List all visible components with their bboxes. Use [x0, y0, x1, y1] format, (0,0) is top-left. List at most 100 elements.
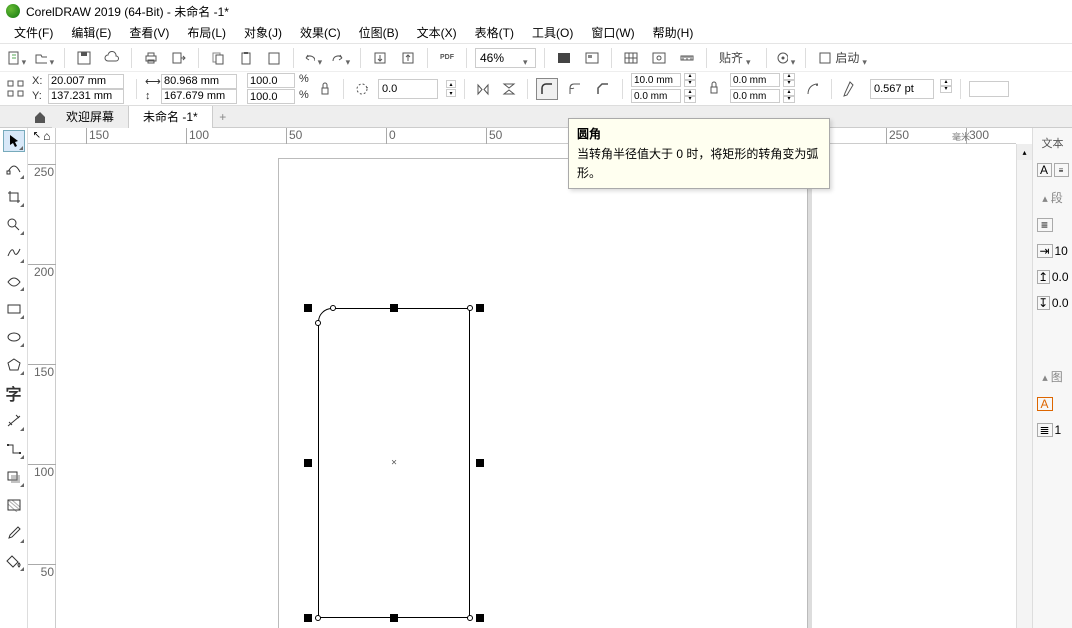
menu-window[interactable]: 窗口(W) — [583, 22, 642, 43]
tab-welcome[interactable]: 欢迎屏幕 — [52, 106, 129, 128]
y-input[interactable] — [48, 89, 124, 104]
transparency-tool[interactable] — [3, 494, 25, 516]
rot-down[interactable]: ▾ — [446, 89, 456, 97]
shape-tool[interactable] — [3, 158, 25, 180]
handle-tr[interactable] — [476, 304, 484, 312]
round-corner-button[interactable] — [536, 78, 558, 100]
spin-down[interactable]: ▾ — [684, 96, 696, 103]
add-tab-button[interactable]: + — [213, 110, 233, 124]
corner-handle-tr[interactable] — [467, 305, 473, 311]
drop-shadow-tool[interactable] — [3, 466, 25, 488]
home-tab[interactable] — [28, 106, 52, 128]
fill-tool[interactable] — [3, 550, 25, 572]
zoom-tool[interactable] — [3, 214, 25, 236]
scallop-corner-button[interactable] — [564, 78, 586, 100]
center-marker[interactable]: × — [391, 458, 397, 469]
spin-down[interactable]: ▾ — [940, 86, 952, 93]
selected-rectangle[interactable]: × — [318, 308, 470, 618]
handle-bm[interactable] — [390, 614, 398, 622]
vertical-scrollbar[interactable]: ▴ — [1016, 144, 1032, 628]
spacing-before[interactable]: ↥0.0 — [1037, 267, 1069, 287]
menu-tools[interactable]: 工具(O) — [524, 22, 581, 43]
mirror-v-button[interactable] — [499, 79, 519, 99]
spin-up[interactable]: ▴ — [783, 89, 795, 96]
corner-handle-bl[interactable] — [315, 615, 321, 621]
preview-button[interactable] — [581, 47, 603, 69]
ruler-origin[interactable]: ↖ ⌂ — [28, 128, 56, 144]
clipboard-button[interactable] — [263, 47, 285, 69]
paste-button[interactable] — [235, 47, 257, 69]
vertical-ruler[interactable]: 250 200 150 100 50 — [28, 144, 56, 628]
snap-dropdown[interactable]: 贴齐 — [715, 47, 758, 69]
freehand-tool[interactable] — [3, 242, 25, 264]
menu-layout[interactable]: 布局(L) — [179, 22, 234, 43]
print-button[interactable] — [140, 47, 162, 69]
ruler-button[interactable] — [676, 47, 698, 69]
menu-file[interactable]: 文件(F) — [6, 22, 61, 43]
fill-swatch[interactable] — [969, 81, 1009, 97]
indent-row[interactable]: ⇥10 — [1037, 241, 1069, 261]
scale-x-input[interactable] — [247, 73, 295, 88]
eyedropper-tool[interactable] — [3, 522, 25, 544]
mirror-h-button[interactable] — [473, 79, 493, 99]
ellipse-tool[interactable] — [3, 326, 25, 348]
text-tool[interactable]: 字 — [3, 382, 25, 404]
corner-bl-input[interactable] — [631, 89, 681, 103]
spin-down[interactable]: ▾ — [783, 80, 795, 87]
guides-button[interactable] — [648, 47, 670, 69]
menu-view[interactable]: 查看(V) — [121, 22, 177, 43]
handle-ml[interactable] — [304, 459, 312, 467]
lock-ratio-button[interactable] — [315, 79, 335, 99]
handle-mr[interactable] — [476, 459, 484, 467]
menu-effects[interactable]: 效果(C) — [292, 22, 349, 43]
menu-edit[interactable]: 编辑(E) — [63, 22, 119, 43]
spacing-after[interactable]: ↧0.0 — [1037, 293, 1069, 313]
fullscreen-button[interactable] — [553, 47, 575, 69]
handle-br[interactable] — [476, 614, 484, 622]
export-button[interactable] — [168, 47, 190, 69]
height-input[interactable] — [161, 89, 237, 104]
text-tab-A[interactable]: A≡ — [1037, 160, 1069, 180]
corner-tr-input[interactable] — [730, 73, 780, 87]
new-button[interactable] — [6, 47, 28, 69]
import-button[interactable] — [369, 47, 391, 69]
connector-tool[interactable] — [3, 438, 25, 460]
corner-handle-tl-h[interactable] — [330, 305, 336, 311]
options-button[interactable] — [775, 47, 797, 69]
outline-width-input[interactable] — [874, 83, 922, 95]
menu-table[interactable]: 表格(T) — [467, 22, 522, 43]
menu-help[interactable]: 帮助(H) — [645, 22, 702, 43]
columns-row[interactable]: ≣1 — [1037, 420, 1069, 440]
frame-row[interactable]: A — [1037, 394, 1069, 414]
undo-button[interactable] — [302, 47, 324, 69]
menu-bitmap[interactable]: 位图(B) — [351, 22, 407, 43]
scale-y-input[interactable] — [247, 89, 295, 104]
pick-tool[interactable] — [3, 130, 25, 152]
corner-handle-br[interactable] — [467, 615, 473, 621]
handle-tl[interactable] — [304, 304, 312, 312]
spin-up[interactable]: ▴ — [940, 79, 952, 86]
handle-bl[interactable] — [304, 614, 312, 622]
copy-button[interactable] — [207, 47, 229, 69]
rot-up[interactable]: ▴ — [446, 80, 456, 88]
scroll-up-button[interactable]: ▴ — [1017, 144, 1032, 160]
x-input[interactable] — [48, 74, 124, 89]
canvas-area[interactable]: ↖ ⌂ 150 100 50 0 50 100 150 200 250 300 … — [28, 128, 1032, 628]
corner-handle-tl-v[interactable] — [315, 320, 321, 326]
chamfer-corner-button[interactable] — [592, 78, 614, 100]
tab-document[interactable]: 未命名 -1* — [129, 106, 213, 128]
corner-tl-input[interactable] — [631, 73, 681, 87]
cloud-button[interactable] — [101, 47, 123, 69]
menu-object[interactable]: 对象(J) — [236, 22, 290, 43]
spin-down[interactable]: ▾ — [783, 96, 795, 103]
zoom-dropdown[interactable] — [475, 48, 536, 68]
open-button[interactable] — [34, 47, 56, 69]
handle-tm[interactable] — [390, 304, 398, 312]
menu-text[interactable]: 文本(X) — [409, 22, 465, 43]
polygon-tool[interactable] — [3, 354, 25, 376]
spin-down[interactable]: ▾ — [684, 80, 696, 87]
export2-button[interactable] — [397, 47, 419, 69]
publish-pdf-button[interactable]: PDF — [436, 47, 458, 69]
crop-tool[interactable] — [3, 186, 25, 208]
corner-br-input[interactable] — [730, 89, 780, 103]
